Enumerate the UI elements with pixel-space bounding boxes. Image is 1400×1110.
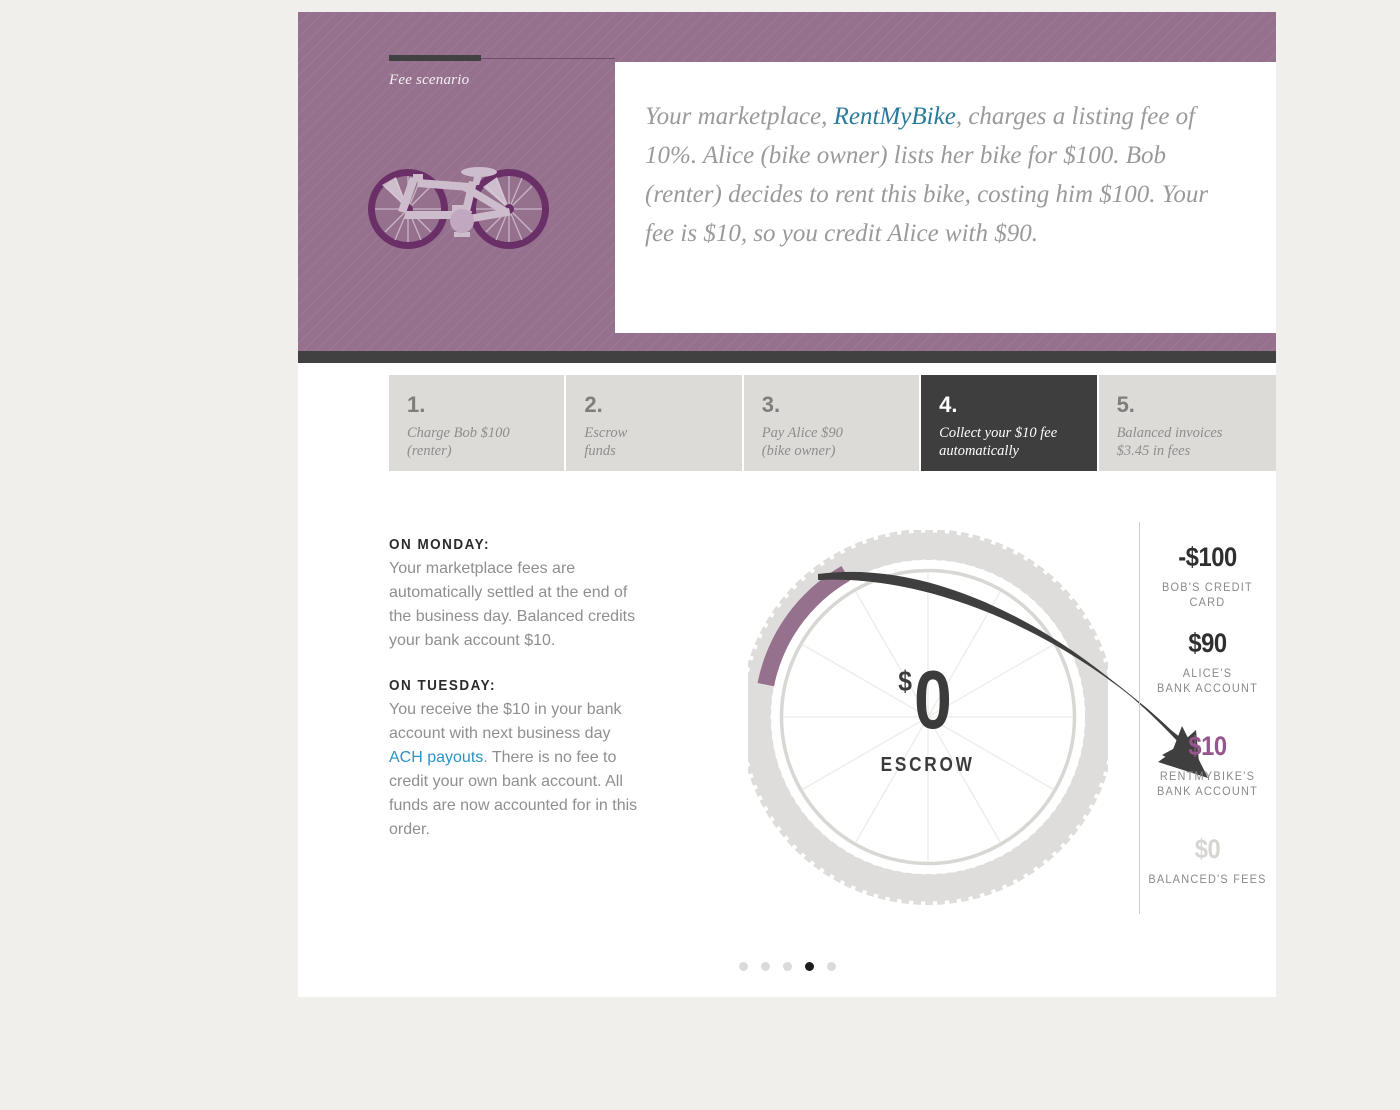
slide-card: Fee scenario Your marketplace, RentMyBik… [298, 12, 1276, 997]
ach-payouts-link[interactable]: ACH payouts [389, 749, 483, 766]
step-number: 3. [761, 392, 781, 417]
step-tabs: 1. Charge Bob $100 (renter) 2. Escrow fu… [389, 375, 1276, 471]
bicycle-illustration [368, 167, 549, 249]
brand-link[interactable]: RentMyBike [834, 103, 956, 130]
monday-heading: ON MONDAY: [389, 537, 491, 553]
tuesday-body-before: You receive the $10 in your bank account… [389, 701, 622, 742]
amounts-column: -$100 BOB'S CREDIT CARD $90 ALICE'S BANK… [1139, 522, 1276, 914]
amount-row-bob: -$100 BOB'S CREDIT CARD [1139, 544, 1276, 611]
hero-quote-text: Your marketplace, RentMyBike, charges a … [645, 97, 1240, 253]
step-label: Pay Alice $90 (bike owner) [761, 425, 843, 459]
escrow-wheel: $ 0 ESCROW [740, 529, 1116, 905]
step-tab-1[interactable]: 1. Charge Bob $100 (renter) [389, 375, 567, 471]
amount-caption: ALICE'S BANK ACCOUNT [1156, 668, 1259, 695]
hero-eyebrow: Fee scenario [389, 72, 470, 88]
amount-value: $90 [1188, 628, 1227, 658]
pagination-dot-3[interactable] [782, 962, 792, 971]
step-tab-2[interactable]: 2. Escrow funds [566, 375, 744, 471]
quote-before: Your marketplace, [645, 103, 834, 130]
pagination-dot-1[interactable] [738, 962, 748, 971]
step-number: 2. [584, 392, 603, 417]
progress-fill [389, 55, 481, 61]
amount-value: $0 [1194, 834, 1221, 864]
amount-value: -$100 [1178, 542, 1237, 572]
step-number: 5. [1116, 392, 1135, 417]
monday-body: Your marketplace fees are automatically … [389, 560, 636, 649]
step-number: 4. [939, 392, 958, 417]
wheel-graphic [740, 529, 1116, 905]
hero-bottom-bar [298, 351, 1276, 363]
spokes [783, 572, 1073, 862]
amount-caption: BOB'S CREDIT CARD [1162, 582, 1253, 609]
tuesday-body: You receive the $10 in your bank account… [389, 698, 647, 842]
amount-value: $10 [1188, 731, 1227, 761]
step-label: Collect your $10 fee automatically [939, 425, 1058, 459]
hero-header: Fee scenario Your marketplace, RentMyBik… [298, 12, 1276, 363]
amount-row-rentmybike: $10 RENTMYBIKE'S BANK ACCOUNT [1139, 733, 1276, 800]
pagination-dot-5[interactable] [826, 962, 836, 971]
tuesday-heading: ON TUESDAY: [389, 678, 497, 694]
pagination-dot-4[interactable] [804, 962, 814, 971]
pagination-dots [298, 962, 1276, 971]
step-tab-3[interactable]: 3. Pay Alice $90 (bike owner) [743, 375, 922, 471]
step-label: Charge Bob $100 (renter) [407, 425, 510, 459]
amount-row-balanced-fees: $0 BALANCED'S FEES [1139, 836, 1276, 888]
explainer-copy: ON MONDAY: Your marketplace fees are aut… [389, 537, 647, 842]
pagination-dot-2[interactable] [760, 962, 770, 971]
step-label: Balanced invoices $3.45 in fees [1116, 425, 1223, 459]
hero-quote-panel: Your marketplace, RentMyBike, charges a … [615, 62, 1276, 333]
amount-caption: BALANCED'S FEES [1148, 874, 1267, 886]
step-label: Escrow funds [584, 425, 628, 459]
step-number: 1. [407, 392, 426, 417]
amount-caption: RENTMYBIKE'S BANK ACCOUNT [1156, 771, 1259, 798]
step-tab-4[interactable]: 4. Collect your $10 fee automatically [921, 375, 1099, 471]
amount-row-alice: $90 ALICE'S BANK ACCOUNT [1139, 630, 1276, 697]
step-tab-5[interactable]: 5. Balanced invoices $3.45 in fees [1098, 375, 1276, 471]
